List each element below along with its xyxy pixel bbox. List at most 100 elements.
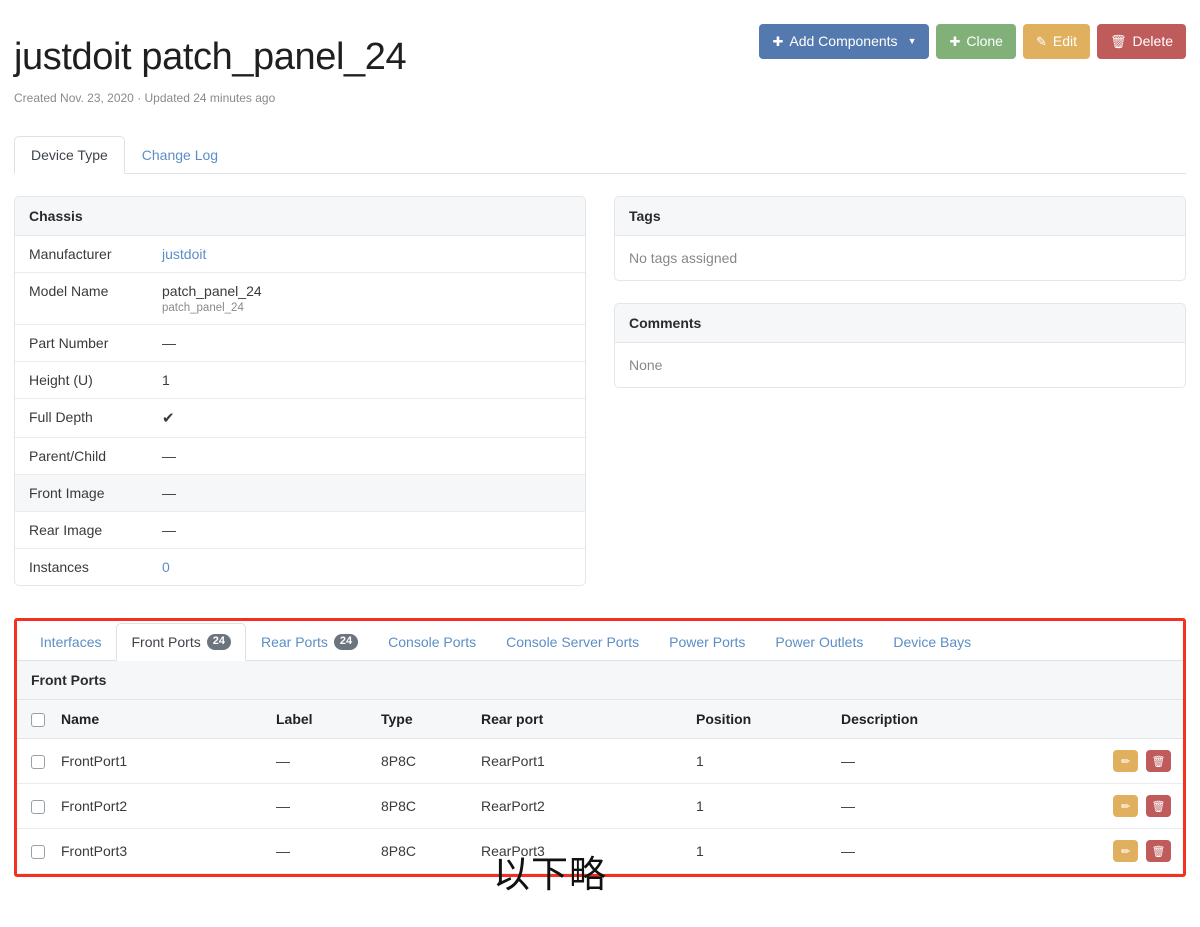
plus-icon: ✚	[772, 33, 784, 49]
row-value: —	[162, 522, 176, 538]
trash-icon: 🗑	[1151, 845, 1166, 858]
tab-change-log[interactable]: Change Log	[125, 136, 235, 174]
row-select-cell	[17, 828, 53, 875]
row-key: Front Image	[29, 485, 105, 501]
cell-position: 1	[688, 828, 833, 875]
row-checkbox[interactable]	[31, 845, 45, 860]
tab-device-bays[interactable]: Device Bays	[878, 623, 986, 661]
tab-device-type[interactable]: Device Type	[14, 135, 125, 174]
tab-power-ports[interactable]: Power Ports	[654, 623, 760, 661]
table-row: FrontPort1 — 8P8C RearPort1 1 — ✏ 🗑	[17, 738, 1183, 785]
trash-icon: 🗑	[1151, 755, 1166, 768]
table-row: Full Depth ✔	[15, 399, 585, 438]
tab-label: Rear Ports	[260, 633, 328, 650]
table-row: Parent/Child —	[15, 438, 585, 475]
cell-label: —	[268, 738, 373, 785]
cell-rear-port: RearPort1	[473, 738, 688, 785]
trash-icon: 🗑	[1110, 33, 1127, 49]
comments-card: Comments None	[614, 303, 1186, 388]
cell-name: FrontPort2	[53, 783, 268, 830]
cell-actions: ✏ 🗑	[1093, 738, 1183, 785]
delete-button[interactable]: 🗑 Delete	[1097, 24, 1186, 59]
cell-description: —	[833, 783, 1093, 830]
trash-icon: 🗑	[1151, 800, 1166, 813]
table-row: Part Number —	[15, 325, 585, 362]
table-row: FrontPort3 — 8P8C RearPort3 1 — ✏ 🗑	[17, 828, 1183, 875]
col-header-rear-port[interactable]: Rear port	[473, 700, 688, 740]
component-tab-item: Power Outlets	[760, 623, 878, 661]
col-header-description[interactable]: Description	[833, 700, 1093, 740]
chassis-table: Manufacturer justdoit Model Name patch_p…	[15, 236, 585, 585]
model-name-value: patch_panel_24	[162, 283, 262, 299]
component-tabs: Interfaces Front Ports 24 Rear Ports 24 …	[17, 621, 1183, 661]
row-select-cell	[17, 738, 53, 785]
row-value: 0	[148, 549, 585, 586]
row-checkbox[interactable]	[31, 755, 45, 770]
tab-console-server-ports[interactable]: Console Server Ports	[491, 623, 654, 661]
clone-button[interactable]: ✚ Clone	[936, 24, 1016, 59]
tab-device-type-item: Device Type	[14, 135, 125, 174]
col-header-label[interactable]: Label	[268, 700, 373, 740]
front-ports-panel-title: Front Ports	[17, 661, 1183, 700]
chassis-card-title: Chassis	[15, 197, 585, 236]
tab-label: Console Server Ports	[506, 633, 640, 650]
row-value: —	[162, 335, 176, 351]
tab-power-outlets[interactable]: Power Outlets	[760, 623, 878, 661]
row-checkbox[interactable]	[31, 800, 45, 815]
table-row: Manufacturer justdoit	[15, 236, 585, 273]
cell-description: —	[833, 738, 1093, 785]
col-header-name[interactable]: Name	[53, 700, 268, 740]
page-header: ✚ Add Components ▼ ✚ Clone ✎ Edit 🗑 Dele…	[14, 0, 1186, 118]
tab-front-ports[interactable]: Front Ports 24	[116, 622, 246, 661]
row-value: —	[162, 485, 176, 501]
row-key: Model Name	[29, 283, 109, 299]
cell-label: —	[268, 783, 373, 830]
table-row: Model Name patch_panel_24 patch_panel_24	[15, 273, 585, 325]
component-tab-item: Front Ports 24	[116, 622, 246, 661]
row-value: patch_panel_24 patch_panel_24	[148, 273, 585, 325]
component-tab-item: Interfaces	[25, 623, 116, 661]
edit-label: Edit	[1052, 33, 1078, 49]
row-key: Height (U)	[29, 372, 93, 388]
row-edit-button[interactable]: ✏	[1113, 750, 1139, 773]
instances-link[interactable]: 0	[162, 559, 170, 575]
row-edit-button[interactable]: ✏	[1113, 795, 1139, 818]
add-components-button[interactable]: ✚ Add Components ▼	[759, 24, 930, 59]
row-select-cell	[17, 783, 53, 830]
comments-card-title: Comments	[615, 304, 1185, 343]
row-key: Full Depth	[29, 409, 93, 425]
cell-rear-port: RearPort3	[473, 828, 688, 875]
component-tab-item: Power Ports	[654, 623, 760, 661]
tab-label: Device Bays	[893, 633, 972, 650]
cell-actions: ✏ 🗑	[1093, 783, 1183, 830]
col-header-position[interactable]: Position	[688, 700, 833, 740]
rear-ports-count-badge: 24	[333, 633, 359, 650]
component-tab-item: Device Bays	[878, 623, 986, 661]
tab-change-log-item: Change Log	[125, 136, 235, 174]
select-all-checkbox[interactable]	[31, 713, 45, 728]
row-key: Parent/Child	[29, 448, 107, 464]
cell-actions: ✏ 🗑	[1093, 828, 1183, 875]
cell-name: FrontPort1	[53, 738, 268, 785]
row-delete-button[interactable]: 🗑	[1146, 840, 1171, 863]
row-key: Instances	[29, 559, 89, 575]
edit-button[interactable]: ✎ Edit	[1022, 24, 1091, 59]
tab-label: Power Outlets	[775, 633, 864, 650]
row-key: Manufacturer	[29, 246, 112, 262]
row-edit-button[interactable]: ✏	[1113, 840, 1139, 863]
full-depth-check-icon: ✔	[162, 410, 175, 427]
cell-position: 1	[688, 738, 833, 785]
tab-interfaces[interactable]: Interfaces	[25, 623, 116, 661]
pencil-icon: ✏	[1121, 845, 1131, 858]
manufacturer-link[interactable]: justdoit	[162, 246, 206, 262]
cell-rear-port: RearPort2	[473, 783, 688, 830]
row-delete-button[interactable]: 🗑	[1146, 750, 1171, 773]
tab-label: Console Ports	[388, 633, 477, 650]
tab-rear-ports[interactable]: Rear Ports 24	[246, 623, 373, 661]
col-header-type[interactable]: Type	[373, 700, 473, 740]
tab-label: Power Ports	[669, 633, 746, 650]
tab-console-ports[interactable]: Console Ports	[373, 623, 491, 661]
pencil-icon: ✏	[1121, 755, 1131, 768]
cell-position: 1	[688, 783, 833, 830]
row-delete-button[interactable]: 🗑	[1146, 795, 1171, 818]
